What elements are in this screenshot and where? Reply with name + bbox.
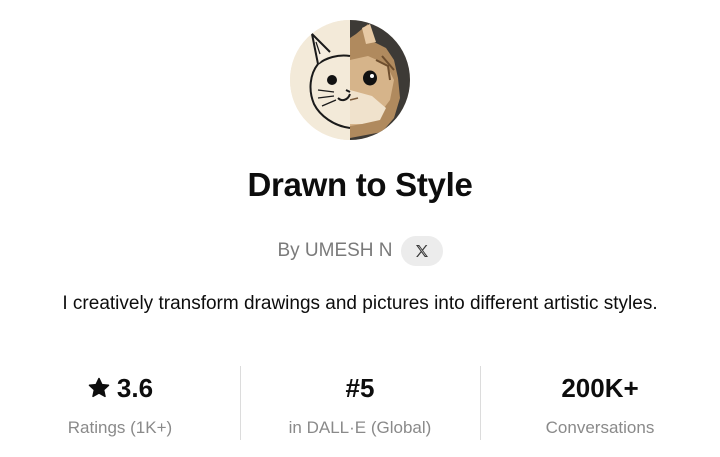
gpt-title: Drawn to Style: [247, 166, 473, 203]
gpt-description: I creatively transform drawings and pict…: [62, 293, 658, 314]
stat-category-rank: #5 in DALL·E (Global): [240, 362, 480, 442]
stat-conversations: 200K+ Conversations: [480, 362, 720, 442]
ratings-label: Ratings (1K+): [67, 418, 173, 437]
ratings-value: 3.6: [116, 372, 154, 403]
star-icon: [88, 377, 110, 398]
cat-avatar-image: [290, 20, 410, 140]
conversations-value: 200K+: [561, 372, 639, 403]
conversations-value-row: 200K+: [561, 370, 638, 406]
conversations-label: Conversations: [545, 418, 655, 437]
rank-label: in DALL·E (Global): [288, 418, 432, 437]
rank-value: #5: [345, 372, 375, 403]
ratings-value-row: 3.6: [87, 370, 153, 406]
author-name: By UMESH N: [277, 240, 393, 261]
stat-ratings: 3.6 Ratings (1K+): [0, 362, 240, 442]
x-logo-icon: [415, 245, 428, 257]
author-row: By UMESH N: [0, 236, 720, 266]
stats-row: 3.6 Ratings (1K+) #5 in DALL·E (Global) …: [0, 362, 720, 442]
gpt-avatar: [290, 20, 410, 140]
x-profile-link[interactable]: [400, 236, 443, 266]
rank-value-row: #5: [346, 370, 375, 406]
gpt-profile: Drawn to Style By UMESH N I creatively t…: [0, 0, 720, 457]
